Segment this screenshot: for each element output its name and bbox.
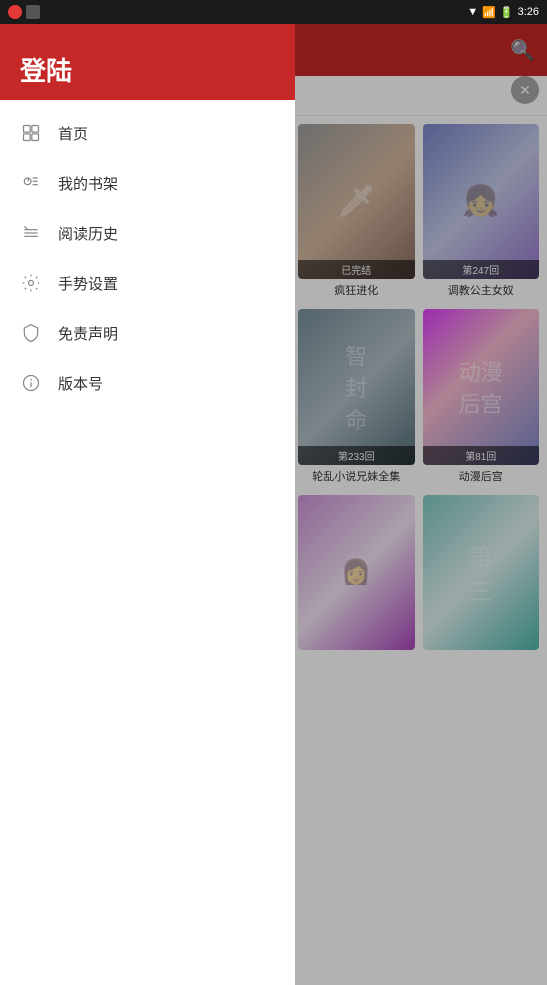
disclaimer-icon: [20, 322, 42, 344]
main-content: 🔍 ✕ ... 玄幻�法 武 凡 4回 已结 茉莉 5回: [0, 24, 547, 985]
drawer-item-disclaimer[interactable]: 免责声明: [0, 308, 295, 358]
drawer-item-history[interactable]: 阅读历史: [0, 208, 295, 258]
status-bar: ▼ 📶 🔋 3:26: [0, 0, 547, 24]
drawer-item-bookshelf[interactable]: 我的书架: [0, 158, 295, 208]
drawer-label-history: 阅读历史: [58, 223, 118, 244]
status-bar-left: [8, 5, 40, 19]
bookshelf-icon: [20, 172, 42, 194]
drawer-item-home[interactable]: 首页: [0, 108, 295, 158]
drawer-menu: 首页 我的书架: [0, 100, 295, 985]
status-bar-right: ▼ 📶 🔋 3:26: [467, 6, 539, 19]
drawer-item-gesture[interactable]: 手势设置: [0, 258, 295, 308]
drawer-label-bookshelf: 我的书架: [58, 173, 118, 194]
app-icon-square: [26, 5, 40, 19]
version-icon: [20, 372, 42, 394]
drawer: 登陆 首页: [0, 24, 295, 985]
gesture-icon: [20, 272, 42, 294]
drawer-label-gesture: 手势设置: [58, 273, 118, 294]
wifi-icon: ▼: [467, 6, 478, 18]
signal-icon: 📶: [482, 6, 496, 19]
app-icon-red: [8, 5, 22, 19]
drawer-label-disclaimer: 免责声明: [58, 323, 118, 344]
home-icon: [20, 122, 42, 144]
drawer-item-version[interactable]: 版本号: [0, 358, 295, 408]
time-display: 3:26: [518, 6, 539, 18]
drawer-label-home: 首页: [58, 123, 88, 144]
battery-icon: 🔋: [500, 6, 514, 19]
drawer-header: 登陆: [0, 24, 295, 100]
drawer-title: 登陆: [20, 51, 72, 88]
history-icon: [20, 222, 42, 244]
drawer-label-version: 版本号: [58, 373, 103, 394]
